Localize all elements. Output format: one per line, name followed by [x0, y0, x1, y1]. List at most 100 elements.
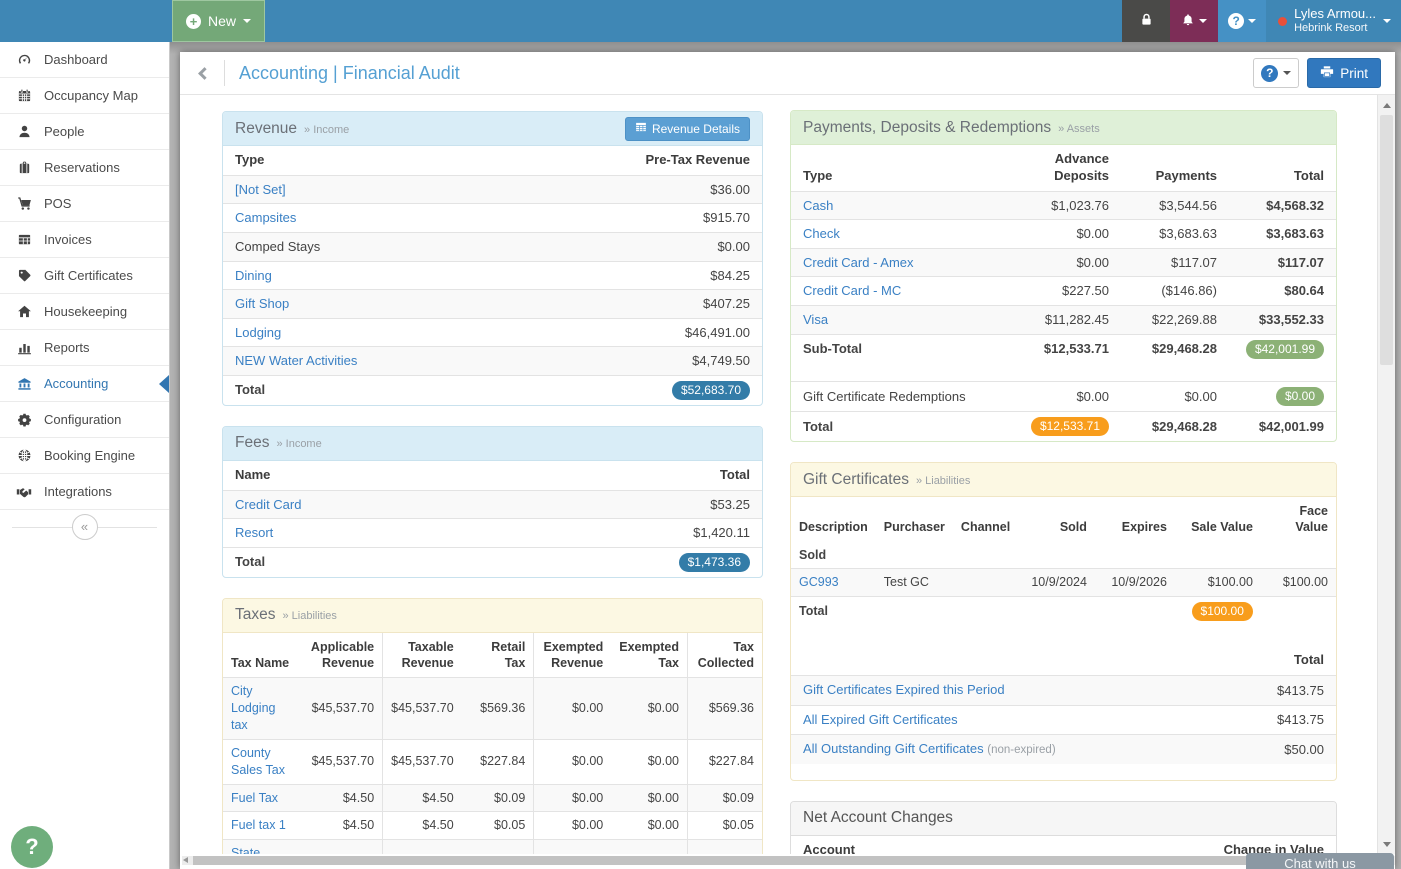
table-row: Comped Stays$0.00	[223, 232, 762, 261]
sidebar-item-reservations[interactable]: Reservations	[0, 150, 169, 186]
gift-certificates-summary-table: Total Gift Certificates Expired this Per…	[791, 626, 1336, 763]
table-row: Check$0.00$3,683.63$3,683.63	[791, 220, 1336, 249]
tax-name-link[interactable]: Fuel Tax	[231, 791, 278, 805]
column-header: Taxable Revenue	[383, 633, 462, 678]
payment-type-link[interactable]: Cash	[803, 198, 833, 213]
scroll-left-arrow[interactable]	[183, 857, 188, 863]
gc-summary-link[interactable]: Gift Certificates Expired this Period	[803, 682, 1005, 697]
section-label: Sold	[791, 542, 1336, 569]
help-fab-button[interactable]	[11, 826, 53, 868]
gc-summary-link[interactable]: All Expired Gift Certificates	[803, 712, 958, 727]
revenue-type-link[interactable]: Gift Shop	[235, 296, 289, 311]
column-header: Channel	[953, 497, 1023, 542]
revenue-type-link[interactable]: [Not Set]	[235, 182, 286, 197]
payments-table: Type Advance Deposits Payments Total Cas…	[791, 145, 1336, 441]
sidebar-collapse-button[interactable]	[0, 510, 169, 544]
new-button[interactable]: New	[172, 0, 265, 42]
sidebar-item-housekeeping[interactable]: Housekeeping	[0, 294, 169, 330]
sidebar-item-configuration[interactable]: Configuration	[0, 402, 169, 438]
revenue-panel: Revenue » Income Revenue Details Type Pr…	[222, 111, 763, 406]
payment-type-link[interactable]: Credit Card - MC	[803, 283, 901, 298]
taxes-table: Tax Name Applicable Revenue Taxable Reve…	[223, 633, 762, 869]
revenue-type-link[interactable]: Lodging	[235, 325, 281, 340]
total-row: Total $100.00	[791, 597, 1336, 627]
chevron-down-icon	[1199, 19, 1207, 23]
chat-button[interactable]: Chat with us	[1246, 853, 1394, 869]
payment-type-link[interactable]: Visa	[803, 312, 828, 327]
column-header: Payments	[1121, 145, 1229, 191]
table-row: Credit Card$53.25	[223, 490, 762, 519]
column-header: Sale Value	[1175, 497, 1261, 542]
tax-name-link[interactable]: City Lodging tax	[231, 684, 276, 732]
cell-value: $0.00	[611, 678, 687, 740]
sidebar-item-invoices[interactable]: Invoices	[0, 222, 169, 258]
sidebar-item-label: Occupancy Map	[44, 88, 138, 103]
payment-type-link[interactable]: Credit Card - Amex	[803, 255, 914, 270]
page-title: Accounting | Financial Audit	[239, 63, 460, 84]
sidebar-item-reports[interactable]: Reports	[0, 330, 169, 366]
sidebar-item-occupancy-map[interactable]: Occupancy Map	[0, 78, 169, 114]
tax-name-link[interactable]: County Sales Tax	[231, 746, 285, 777]
user-menu[interactable]: Lyles Armou... Hebrink Resort	[1266, 0, 1401, 42]
gift-certificate-link[interactable]: GC993	[799, 575, 839, 589]
cell-value: $407.25	[563, 290, 762, 319]
redemptions-badge: $0.00	[1276, 387, 1324, 406]
security-button[interactable]	[1122, 0, 1170, 42]
total-label: Total	[223, 547, 563, 577]
user-name: Lyles Armou...	[1294, 6, 1376, 22]
scroll-area: Revenue » Income Revenue Details Type Pr…	[180, 95, 1395, 869]
column-header: Pre-Tax Revenue	[563, 146, 762, 175]
table-icon	[14, 232, 34, 247]
revenue-details-button[interactable]: Revenue Details	[625, 117, 750, 141]
cell-value: $227.84	[462, 739, 534, 784]
table-row: Credit Card - MC$227.50($146.86)$80.64	[791, 277, 1336, 306]
vertical-scrollbar-thumb[interactable]	[1380, 115, 1393, 365]
horizontal-scrollbar-thumb[interactable]	[193, 856, 1373, 865]
gc-summary-link[interactable]: All Outstanding Gift Certificates	[803, 741, 984, 756]
horizontal-scrollbar[interactable]	[180, 854, 1395, 869]
sidebar-item-pos[interactable]: POS	[0, 186, 169, 222]
help-button[interactable]	[1218, 0, 1266, 42]
revenue-type-text: Comped Stays	[223, 232, 563, 261]
table-row: Gift Certificates Expired this Period $4…	[791, 676, 1336, 706]
revenue-type-link[interactable]: Campsites	[235, 210, 296, 225]
tax-name-link[interactable]: Fuel tax 1	[231, 818, 286, 832]
notifications-button[interactable]	[1170, 0, 1218, 42]
cell-value: $29,468.28	[1121, 334, 1229, 364]
gauge-icon	[14, 52, 34, 67]
scroll-up-arrow[interactable]	[1378, 97, 1395, 113]
revenue-type-link[interactable]: NEW Water Activities	[235, 353, 357, 368]
sidebar-item-accounting[interactable]: Accounting	[0, 366, 169, 402]
sidebar-item-gift-certificates[interactable]: Gift Certificates	[0, 258, 169, 294]
page-help-dropdown[interactable]	[1253, 58, 1299, 88]
sidebar-item-dashboard[interactable]: Dashboard	[0, 42, 169, 78]
user-icon	[14, 124, 34, 139]
payment-type-link[interactable]: Check	[803, 226, 840, 241]
fee-name-link[interactable]: Resort	[235, 525, 273, 540]
vertical-scrollbar[interactable]	[1377, 95, 1395, 854]
cell-value: $915.70	[563, 204, 762, 233]
page-header: Accounting | Financial Audit Print	[180, 52, 1395, 95]
cell-value: $0.00	[534, 678, 611, 740]
fee-name-link[interactable]: Credit Card	[235, 497, 301, 512]
print-button[interactable]: Print	[1307, 58, 1381, 88]
revenue-type-link[interactable]: Dining	[235, 268, 272, 283]
cell-value: Test GC	[876, 569, 953, 597]
column-header: Sold	[1023, 497, 1095, 542]
table-row: City Lodging tax $45,537.70 $45,537.70 $…	[223, 678, 762, 740]
scroll-down-arrow[interactable]	[1378, 836, 1395, 852]
sidebar: Dashboard Occupancy Map People Reservati…	[0, 42, 170, 869]
cart-icon	[14, 196, 34, 211]
sidebar-item-integrations[interactable]: Integrations	[0, 474, 169, 510]
cell-value: $4,749.50	[563, 347, 762, 376]
cell-value: $0.00	[1121, 382, 1229, 412]
payments-panel-subtitle: » Assets	[1058, 123, 1100, 135]
spacer-row	[791, 364, 1336, 382]
chevron-down-icon	[1248, 19, 1256, 23]
column-header: Exempted Revenue	[534, 633, 611, 678]
cell-value: $3,683.63	[1121, 220, 1229, 249]
sidebar-item-booking-engine[interactable]: Booking Engine	[0, 438, 169, 474]
back-button[interactable]	[198, 67, 211, 80]
cell-value: $3,683.63	[1229, 220, 1336, 249]
sidebar-item-people[interactable]: People	[0, 114, 169, 150]
